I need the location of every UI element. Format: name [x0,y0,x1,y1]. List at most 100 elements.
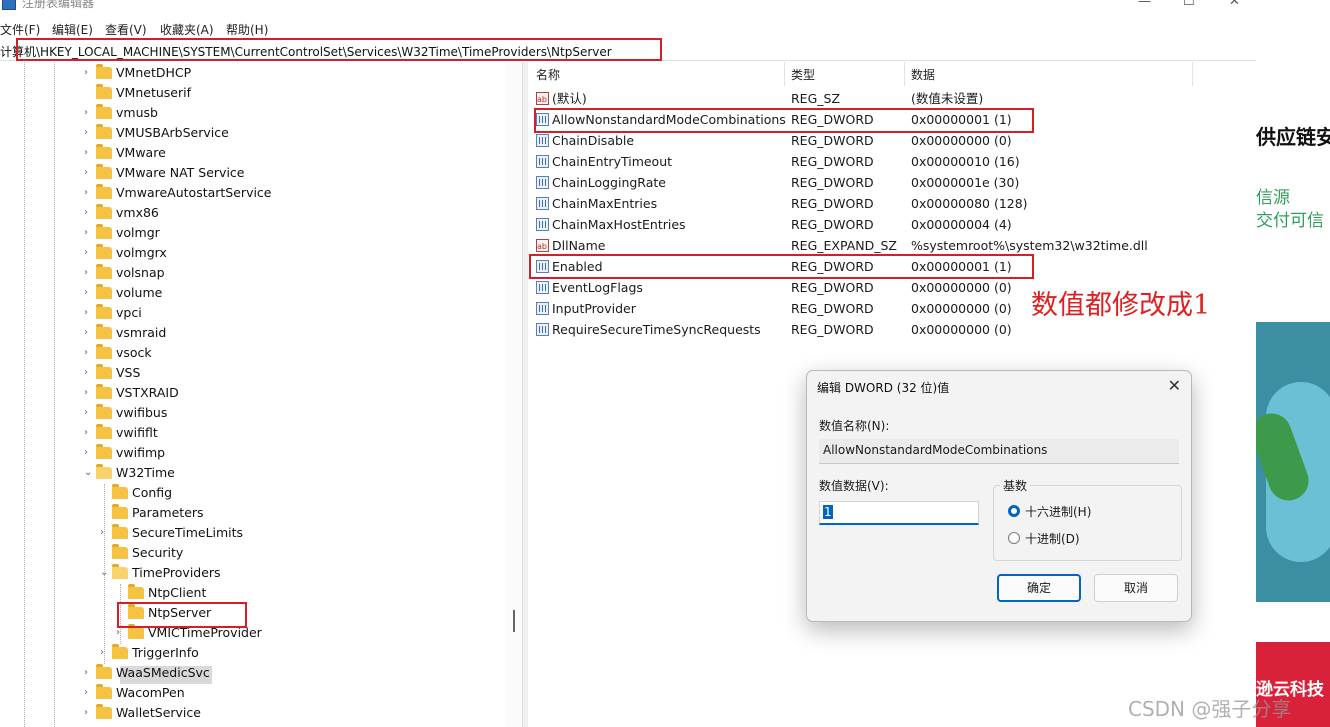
tree-item-label[interactable]: volume [116,283,162,303]
chevron-right-icon[interactable]: › [84,123,94,143]
chevron-right-icon[interactable]: › [100,643,110,663]
tree-item-label[interactable]: Config [132,483,172,503]
column-header-type[interactable]: 类型 [791,66,815,83]
value-row[interactable]: ChainDisable REG_DWORD 0x00000000 (0) [536,130,1236,151]
tree-item-label[interactable]: WalletService [116,703,201,723]
chevron-right-icon[interactable]: › [84,283,94,303]
tree-item-label[interactable]: vsock [116,343,152,363]
tree-item-label[interactable]: vsmraid [116,323,166,343]
value-row[interactable]: ab DllName REG_EXPAND_SZ %systemroot%\syste… [536,235,1236,256]
value-data-text[interactable]: 1 [823,505,833,519]
value-name[interactable]: EventLogFlags [552,277,643,298]
value-row[interactable]: ChainMaxHostEntries REG_DWORD 0x00000004 (… [536,214,1236,235]
value-name[interactable]: ChainMaxEntries [552,193,657,214]
tree-item-label[interactable]: vpci [116,303,142,323]
tree-item-label[interactable]: Security [132,543,183,563]
value-row[interactable]: ab (默认) REG_SZ (数值未设置) [536,88,1236,109]
chevron-right-icon[interactable]: › [100,523,110,543]
value-name[interactable]: (默认) [552,88,587,109]
value-name[interactable]: ChainDisable [552,130,634,151]
tree-scrollbar[interactable] [506,62,522,727]
tree-item-label[interactable]: vwifimp [116,443,165,463]
column-separator[interactable] [784,62,785,86]
tree-item-label[interactable]: WacomPen [116,683,185,703]
tree-item-label[interactable]: TimeProviders [132,563,221,583]
tree-item-label[interactable]: VSTXRAID [116,383,179,403]
value-data-input[interactable]: 1 [819,501,979,525]
tree-item-label[interactable]: volmgrx [116,243,167,263]
value-row[interactable]: ChainMaxEntries REG_DWORD 0x00000080 (128) [536,193,1236,214]
value-name[interactable]: RequireSecureTimeSyncRequests [552,319,761,340]
chevron-right-icon[interactable]: › [84,203,94,223]
tree-item-label[interactable]: VMUSBArbService [116,123,229,143]
column-separator[interactable] [904,62,905,86]
tree-item-label[interactable]: vmusb [116,103,158,123]
maximize-button[interactable]: ☐ [1183,0,1195,9]
minimize-button[interactable]: — [1138,0,1151,9]
menu-file[interactable]: 文件(F) [0,21,40,38]
chevron-right-icon[interactable]: › [84,163,94,183]
tree-item-label[interactable]: SecureTimeLimits [132,523,243,543]
column-header-data[interactable]: 数据 [911,66,935,83]
chevron-right-icon[interactable]: › [84,303,94,323]
chevron-right-icon[interactable]: › [84,343,94,363]
value-name[interactable]: ChainEntryTimeout [552,151,672,172]
chevron-right-icon[interactable]: › [84,363,94,383]
registry-key-tree[interactable]: › VMnetDHCP VMnetuserif › vmusb › VMUSBArbServ… [0,62,522,727]
chevron-right-icon[interactable]: › [84,243,94,263]
chevron-right-icon[interactable]: › [84,143,94,163]
value-name[interactable]: ChainLoggingRate [552,172,666,193]
chevron-right-icon[interactable]: › [84,663,94,683]
menu-edit[interactable]: 编辑(E) [52,21,93,38]
value-row[interactable]: ChainLoggingRate REG_DWORD 0x0000001e (30) [536,172,1236,193]
tree-item-label[interactable]: vmx86 [116,203,159,223]
chevron-right-icon[interactable]: › [84,103,94,123]
chevron-right-icon[interactable]: › [84,63,94,83]
tree-item-label[interactable]: volsnap [116,263,165,283]
tree-item-label[interactable]: VMnetDHCP [116,63,191,83]
tree-item-label[interactable]: WaaSMedicSvc [116,663,210,683]
radio-hexadecimal-label[interactable]: 十六进制(H) [1025,503,1091,520]
chevron-right-icon[interactable]: › [84,683,94,703]
cancel-button[interactable]: 取消 [1094,574,1178,602]
tree-scrollbar-thumb[interactable] [513,610,515,632]
tree-item-label[interactable]: W32Time [116,463,175,483]
menu-help[interactable]: 帮助(H) [226,21,268,38]
chevron-right-icon[interactable]: › [84,323,94,343]
tree-item-label[interactable]: VMnetuserif [116,83,191,103]
radio-decimal[interactable] [1008,532,1020,544]
chevron-right-icon[interactable]: › [84,703,94,723]
tree-item-label[interactable]: Parameters [132,503,204,523]
value-row[interactable]: ChainEntryTimeout REG_DWORD 0x00000010 (16… [536,151,1236,172]
tree-item-label[interactable]: volmgr [116,223,160,243]
value-row[interactable]: RequireSecureTimeSyncRequests REG_DWORD 0x… [536,319,1236,340]
radio-hexadecimal[interactable] [1008,505,1020,517]
chevron-right-icon[interactable]: › [84,263,94,283]
column-header-name[interactable]: 名称 [536,66,560,83]
chevron-right-icon[interactable]: › [84,223,94,243]
chevron-right-icon[interactable]: › [84,443,94,463]
tree-item-label[interactable]: vwififlt [116,423,158,443]
dialog-close-icon[interactable]: ✕ [1168,376,1181,395]
chevron-right-icon[interactable]: › [84,423,94,443]
tree-item-label[interactable]: VMware [116,143,166,163]
radio-decimal-label[interactable]: 十进制(D) [1025,530,1080,547]
ok-button[interactable]: 确定 [997,574,1081,602]
chevron-right-icon[interactable]: › [84,403,94,423]
tree-item-label[interactable]: VmwareAutostartService [116,183,272,203]
tree-item-label[interactable]: VMware NAT Service [116,163,245,183]
chevron-right-icon[interactable]: › [84,383,94,403]
chevron-down-icon[interactable]: ⌄ [100,563,110,583]
chevron-right-icon[interactable]: › [84,183,94,203]
tree-item-label[interactable]: VSS [116,363,140,383]
tree-item-label[interactable]: NtpClient [148,583,206,603]
tree-item-label[interactable]: TriggerInfo [132,643,199,663]
tree-item-label[interactable]: vwifibus [116,403,167,423]
menu-favorites[interactable]: 收藏夹(A) [160,21,214,38]
close-button[interactable]: ✕ [1229,0,1240,9]
value-name[interactable]: ChainMaxHostEntries [552,214,686,235]
column-separator[interactable] [1192,62,1193,86]
value-name[interactable]: DllName [552,235,605,256]
chevron-down-icon[interactable]: ⌄ [84,463,94,483]
value-name[interactable]: InputProvider [552,298,636,319]
